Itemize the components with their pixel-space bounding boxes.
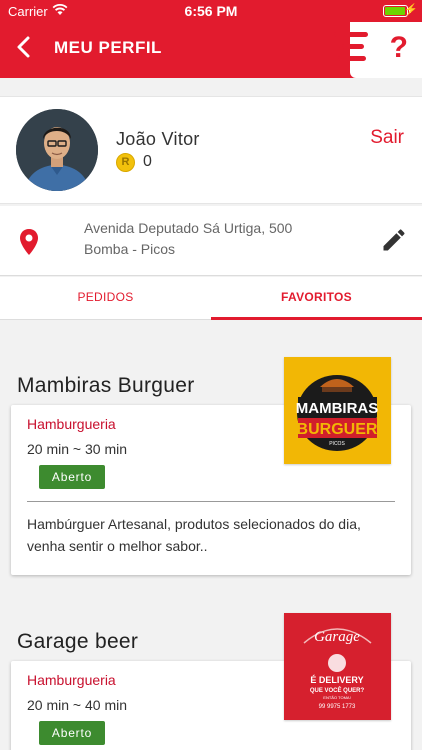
- logo-text-line1: Garage: [314, 629, 360, 645]
- delivery-time: 20 min ~ 40 min: [27, 697, 127, 713]
- tab-favoritos[interactable]: FAVORITOS: [211, 277, 422, 320]
- favorite-restaurant[interactable]: Mambiras Burguer Hamburgueria 20 min ~ 3…: [0, 340, 422, 580]
- status-bar: Carrier 6:56 PM ⚡: [0, 0, 422, 22]
- page-title: MEU PERFIL: [54, 38, 162, 57]
- back-arrow-icon[interactable]: [12, 34, 36, 60]
- restaurant-description: Hambúrguer Artesanal, produtos seleciona…: [27, 516, 361, 554]
- restaurant-logo: MAMBIRAS BURGUER PICOS: [284, 357, 391, 464]
- help-stripe: [334, 32, 368, 37]
- restaurant-name: Mambiras Burguer: [17, 374, 195, 397]
- tab-active-indicator: [211, 317, 422, 320]
- edit-pencil-icon[interactable]: [380, 226, 408, 254]
- help-stripe: [342, 44, 364, 49]
- app-header: Carrier 6:56 PM ⚡ MEU PERFIL ?: [0, 0, 422, 78]
- profile-card: João Vitor R 0 Sair: [0, 96, 422, 204]
- charging-icon: ⚡: [404, 4, 418, 16]
- favorite-restaurant[interactable]: Garage beer Hamburgueria 20 min ~ 40 min…: [0, 596, 422, 750]
- status-badge: Aberto: [39, 465, 105, 489]
- coin-icon: R: [116, 153, 135, 172]
- status-time: 6:56 PM: [184, 3, 238, 19]
- address-line-1: Avenida Deputado Sá Urtiga, 500: [84, 220, 293, 236]
- logout-button[interactable]: Sair: [370, 127, 404, 149]
- help-button[interactable]: ?: [334, 22, 422, 78]
- help-badge-shape: [350, 22, 422, 78]
- logo-text-line1: MAMBIRAS: [296, 400, 379, 417]
- logo-text-line4: ENTÃO TOMA!: [323, 695, 350, 700]
- card-divider: [27, 501, 395, 502]
- user-name: João Vitor: [116, 129, 200, 149]
- status-badge: Aberto: [39, 721, 105, 745]
- restaurant-category: Hamburgueria: [27, 672, 116, 688]
- avatar: [16, 109, 98, 191]
- logo-text-line3: QUE VOCÊ QUER?: [310, 686, 365, 694]
- restaurant-category: Hamburgueria: [27, 416, 116, 432]
- logo-text-line5: 99 9975 1773: [319, 704, 356, 710]
- logo-text-line2: BURGUER: [297, 421, 378, 438]
- restaurant-name: Garage beer: [17, 630, 139, 653]
- address-line-2: Bomba - Picos: [84, 241, 176, 257]
- help-stripe: [338, 56, 366, 61]
- points-count: 0: [143, 153, 152, 170]
- tab-pedidos[interactable]: PEDIDOS: [0, 277, 211, 320]
- help-icon[interactable]: ?: [390, 31, 408, 65]
- location-pin-icon: [20, 229, 38, 255]
- logo-text-line3: PICOS: [329, 441, 345, 447]
- delivery-time: 20 min ~ 30 min: [27, 441, 127, 457]
- logo-text-line2: É DELIVERY: [310, 675, 363, 685]
- restaurant-logo: Garage É DELIVERY QUE VOCÊ QUER? ENTÃO T…: [284, 613, 391, 720]
- address-row[interactable]: Avenida Deputado Sá Urtiga, 500 Bomba - …: [0, 206, 422, 276]
- tab-bar: PEDIDOS FAVORITOS: [0, 277, 422, 320]
